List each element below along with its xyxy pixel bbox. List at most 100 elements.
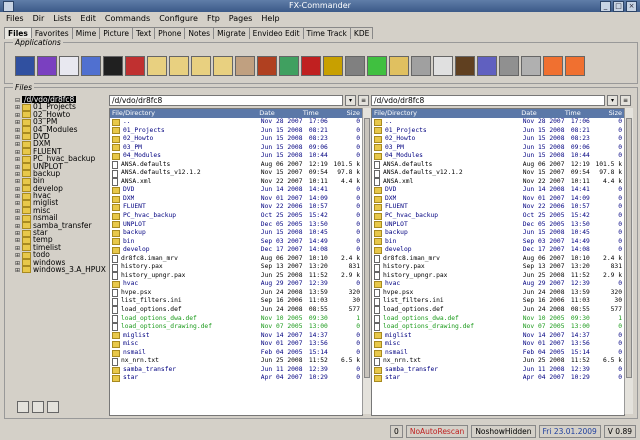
star-icon[interactable] (367, 56, 387, 76)
tab-picture[interactable]: Picture (99, 27, 133, 39)
tree-up-button[interactable] (17, 401, 29, 413)
file-row[interactable]: nx_nrn.txt Jun 25 2008 11:52 6.5 k (110, 357, 362, 366)
cd-disk-3-icon[interactable] (191, 56, 211, 76)
file-row[interactable]: nsmail Feb 04 2005 15:14 0 (372, 349, 624, 358)
file-row[interactable]: dr8fc8.iman_mrv Aug 06 2007 10:10 2.4 k (110, 255, 362, 264)
file-row[interactable]: 02_Howto Jun 15 2008 08:23 0 (110, 135, 362, 144)
file-row[interactable]: load_options.def Jun 24 2008 08:55 577 (110, 306, 362, 315)
file-row[interactable]: hvpe.psx Jun 24 2008 13:59 320 (372, 289, 624, 298)
column-header-date[interactable]: Date (519, 109, 563, 118)
file-row[interactable]: load_options_drawing.def Nov 07 2005 13:00… (372, 323, 624, 332)
file-row[interactable]: FLUENT Nov 22 2006 10:57 0 (110, 203, 362, 212)
tab-time-track[interactable]: Time Track (302, 27, 351, 39)
file-row[interactable]: DXM Nov 01 2007 14:09 0 (110, 195, 362, 204)
menu-ftp[interactable]: Ftp (207, 13, 220, 25)
column-header-time[interactable]: Time (563, 109, 594, 118)
pen-icon[interactable] (477, 56, 497, 76)
file-row[interactable]: 02_Howto Jun 15 2008 08:23 0 (372, 135, 624, 144)
beta-icon[interactable] (81, 56, 101, 76)
file-row[interactable]: load_options.def Jun 24 2008 08:55 577 (372, 306, 624, 315)
left-path-input[interactable]: /d/vdo/dr8fc8 (109, 95, 343, 106)
file-row[interactable]: nsmail Feb 04 2005 15:14 0 (110, 349, 362, 358)
tree-item[interactable]: ⊞ 04_Modules (15, 125, 105, 133)
file-row[interactable]: 01_Projects Jun 15 2008 08:21 0 (372, 127, 624, 136)
menu-commands[interactable]: Commands (105, 13, 150, 25)
file-row[interactable]: ANSA.defaults Aug 06 2007 12:19 101.5 k (372, 161, 624, 170)
file-row[interactable]: backup Jun 15 2008 10:45 0 (110, 229, 362, 238)
file-row[interactable]: develop Dec 17 2007 14:08 0 (372, 246, 624, 255)
file-row[interactable]: .. Nov 28 2007 17:06 0 (372, 118, 624, 127)
file-row[interactable]: .. Nov 28 2007 17:06 0 (110, 118, 362, 127)
file-row[interactable]: PC_hvac_backup Oct 25 2005 15:42 0 (372, 212, 624, 221)
file-row[interactable]: samba_transfer Jun 11 2008 12:39 0 (110, 366, 362, 375)
file-row[interactable]: dr8fc8.iman_mrv Aug 06 2007 10:10 2.4 k (372, 255, 624, 264)
column-header-time[interactable]: Time (301, 109, 332, 118)
tree-item[interactable]: ⊞ 02_Howto (15, 111, 105, 119)
file-row[interactable]: history_upngr.pax Jun 25 2008 11:52 2.9 k (372, 272, 624, 281)
tree-item[interactable]: ⊞ star (15, 229, 105, 237)
monitor-icon[interactable] (279, 56, 299, 76)
cd-disk-1-icon[interactable] (147, 56, 167, 76)
left-scrollbar[interactable] (362, 108, 371, 414)
horn-icon[interactable] (323, 56, 343, 76)
tab-notes[interactable]: Notes (184, 27, 215, 39)
window-menu-button[interactable] (3, 1, 14, 12)
triangle-red-icon[interactable] (125, 56, 145, 76)
file-row[interactable]: load_options_dwa.def Nov 10 2005 09:30 1 (110, 315, 362, 324)
triangle-icon[interactable] (103, 56, 123, 76)
file-row[interactable]: star Apr 04 2007 10:29 0 (110, 374, 362, 383)
file-row[interactable]: ANSA.defaults_v12.1.2 Nov 15 2007 09:54 97.… (110, 169, 362, 178)
file-row[interactable]: PC_hvac_backup Oct 25 2005 15:42 0 (110, 212, 362, 221)
file-row[interactable]: hvac Aug 29 2007 12:39 0 (110, 280, 362, 289)
file-row[interactable]: misc Nov 01 2007 13:56 0 (372, 340, 624, 349)
tab-kde[interactable]: KDE (349, 27, 374, 39)
menu-lists[interactable]: Lists (53, 13, 71, 25)
menu-dir[interactable]: Dir (33, 13, 45, 25)
column-header-size[interactable]: Size (594, 109, 624, 118)
tree-item[interactable]: ⊞ backup (15, 170, 105, 178)
tree-item[interactable]: ⊞ windows_3.A_HPUX (15, 266, 106, 274)
file-row[interactable]: DXM Nov 01 2007 14:09 0 (372, 195, 624, 204)
gears-icon[interactable] (345, 56, 365, 76)
file-row[interactable]: list_filters.ini Sep 16 2006 11:03 30 (110, 297, 362, 306)
file-row[interactable]: ANSA.defaults_v12.1.2 Nov 15 2007 09:54 97.… (372, 169, 624, 178)
left-path-history-button[interactable]: ▾ (345, 95, 356, 106)
menu-help[interactable]: Help (261, 13, 279, 25)
file-row[interactable]: ANSA.defaults Aug 06 2007 12:19 101.5 k (110, 161, 362, 170)
maximize-button[interactable]: □ (613, 1, 624, 12)
file-row[interactable]: hvpe.psx Jun 24 2008 13:59 320 (110, 289, 362, 298)
status-rescan[interactable]: NoAutoRescan (405, 424, 469, 438)
book-icon[interactable] (257, 56, 277, 76)
left-path-go-button[interactable]: ≡ (358, 95, 369, 106)
tree-item[interactable]: ⊞ miglist (15, 199, 105, 207)
file-row[interactable]: UNPLOT Dec 05 2005 13:50 0 (110, 221, 362, 230)
tools-icon[interactable] (411, 56, 431, 76)
minimize-button[interactable]: _ (600, 1, 611, 12)
tab-text[interactable]: Text (132, 27, 156, 39)
tree-item[interactable]: ⊞ DVD (15, 133, 105, 141)
burst-2-icon[interactable] (565, 56, 585, 76)
right-path-go-button[interactable]: ≡ (620, 95, 631, 106)
menu-files[interactable]: Files (6, 13, 24, 25)
file-row[interactable]: miglist Nov 14 2007 14:37 0 (372, 332, 624, 341)
file-row[interactable]: nx_nrn.txt Jun 25 2008 11:52 6.5 k (372, 357, 624, 366)
right-path-history-button[interactable]: ▾ (607, 95, 618, 106)
file-row[interactable]: history_upngr.pax Jun 25 2008 11:52 2.9 k (110, 272, 362, 281)
file-row[interactable]: 03_PM Jun 15 2008 09:06 0 (110, 144, 362, 153)
file-row[interactable]: develop Dec 17 2007 14:08 0 (110, 246, 362, 255)
cd-disk-2-icon[interactable] (169, 56, 189, 76)
tab-migrate[interactable]: Migrate (213, 27, 250, 39)
file-row[interactable]: 04_Modules Jun 15 2008 10:44 0 (110, 152, 362, 161)
file-row[interactable]: misc Nov 01 2007 13:56 0 (110, 340, 362, 349)
tree-item[interactable]: ⊞ hvac (15, 192, 105, 200)
file-row[interactable]: history.pax Sep 13 2007 13:20 831 (110, 263, 362, 272)
column-header-size[interactable]: Size (332, 109, 362, 118)
cd-disk-4-icon[interactable] (213, 56, 233, 76)
close-button[interactable]: × (626, 1, 637, 12)
file-row[interactable]: DVD Jun 14 2008 14:41 0 (372, 186, 624, 195)
menu-configure[interactable]: Configure (159, 13, 198, 25)
purple-app-icon[interactable] (37, 56, 57, 76)
right-scroll-thumb[interactable] (626, 118, 632, 378)
file-row[interactable]: 03_PM Jun 15 2008 09:06 0 (372, 144, 624, 153)
file-row[interactable]: 01_Projects Jun 15 2008 08:21 0 (110, 127, 362, 136)
